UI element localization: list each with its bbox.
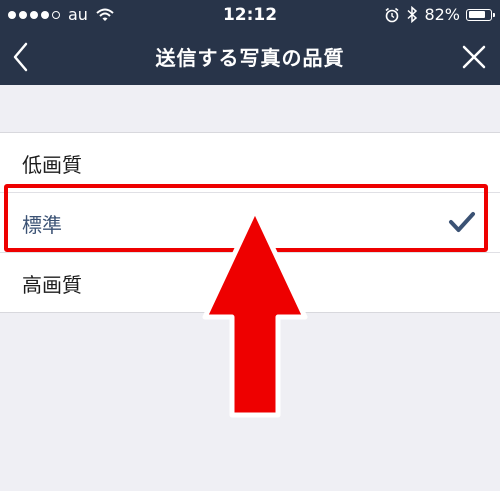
bluetooth-icon	[407, 6, 418, 23]
option-label: 標準	[22, 213, 62, 237]
battery-percent: 82%	[424, 5, 460, 24]
navigation-bar: 送信する写真の品質	[0, 30, 500, 85]
checkmark-icon	[449, 212, 475, 232]
close-button[interactable]	[454, 37, 494, 77]
option-label: 低画質	[22, 153, 82, 177]
option-low-quality[interactable]: 低画質	[0, 133, 500, 193]
status-right: 82%	[384, 5, 495, 24]
battery-icon	[466, 8, 495, 21]
quality-options-list: 低画質 標準 高画質	[0, 132, 500, 313]
option-standard-quality[interactable]: 標準	[0, 193, 500, 253]
status-bar: au 12:12 82%	[0, 0, 500, 30]
close-icon	[462, 45, 486, 69]
alarm-icon	[385, 7, 399, 22]
header: au 12:12 82% 送信する写真の品質	[0, 0, 500, 85]
page-title: 送信する写真の品質	[155, 46, 345, 70]
option-high-quality[interactable]: 高画質	[0, 253, 500, 312]
option-label: 高画質	[22, 273, 82, 297]
